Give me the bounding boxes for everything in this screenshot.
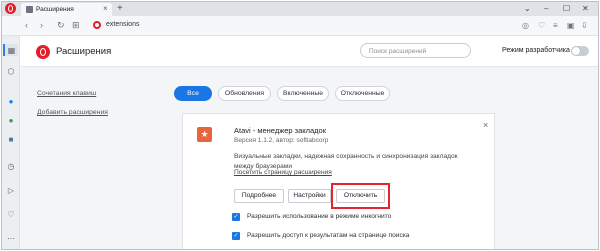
incognito-label: Разрешить использование в режиме инкогни… — [247, 213, 392, 220]
tab-menu-icon[interactable]: ⌄ — [524, 3, 531, 14]
filter-all[interactable]: Все — [174, 86, 212, 101]
browser-window: Расширения × + ⌄ – ☐ ✕ ‹ › ↻ ⊞ extension… — [1, 1, 599, 250]
search-access-checkbox[interactable]: ✓ — [232, 232, 240, 240]
new-tab-button[interactable]: + — [117, 2, 123, 15]
whatsapp-icon[interactable]: ● — [5, 114, 17, 126]
download-icon[interactable]: ⇩ — [581, 20, 588, 31]
flow-icon[interactable]: ▷ — [5, 184, 17, 196]
url-field[interactable]: extensions — [106, 21, 139, 28]
extension-card: ★ × Atavi - менеджер закладок Версия 1.1… — [182, 113, 495, 249]
toggle-knob — [572, 47, 580, 55]
search-box[interactable] — [360, 43, 471, 58]
back-icon[interactable]: ‹ — [25, 19, 28, 31]
page-title: Расширения — [56, 46, 112, 57]
vk-icon[interactable]: ■ — [5, 133, 17, 145]
dev-mode-label: Режим разработчика — [502, 47, 570, 54]
sidebar: ▦ ⬡ ● ● ■ ◷ ▷ ♡ ⋯ — [2, 36, 20, 249]
opera-menu-icon[interactable] — [5, 3, 16, 14]
add-extensions-link[interactable]: Добавить расширения — [37, 109, 108, 116]
filter-updates[interactable]: Обновления — [218, 86, 271, 101]
search-input[interactable] — [369, 46, 465, 56]
page-header: Расширения Режим разработчика — [20, 36, 598, 67]
speed-dial-icon[interactable]: ⊞ — [72, 19, 80, 31]
dev-mode-toggle[interactable] — [571, 46, 589, 56]
shortcuts-link[interactable]: Сочетания клавиш — [37, 90, 96, 97]
tab-extensions[interactable]: Расширения × — [21, 3, 112, 16]
bookmarks-icon[interactable]: ⬡ — [5, 65, 17, 77]
extension-version: Версия 1.1.2, автор: softlabcorp — [234, 137, 329, 144]
heart-sidebar-icon[interactable]: ♡ — [5, 208, 17, 220]
tab-close-icon[interactable]: × — [103, 4, 108, 13]
filter-disabled[interactable]: Отключенные — [335, 86, 390, 101]
camera-icon[interactable]: ◎ — [522, 20, 529, 31]
address-bar: ‹ › ↻ ⊞ extensions ◎ ♡ ≡ ▣ ⇩ — [2, 16, 598, 36]
details-button[interactable]: Подробнее — [234, 189, 284, 203]
opera-logo — [36, 45, 50, 59]
forward-icon[interactable]: › — [40, 19, 43, 31]
speed-dial-icon[interactable]: ▦ — [3, 44, 18, 56]
close-window-icon[interactable]: ✕ — [582, 3, 589, 14]
tab-title: Расширения — [36, 6, 74, 13]
search-access-label: Разрешить доступ к результатам на страни… — [247, 232, 410, 239]
extension-page-link[interactable]: Посетить страницу расширения — [234, 169, 332, 176]
filter-enabled[interactable]: Включенные — [277, 86, 329, 101]
opera-url-icon — [93, 21, 101, 29]
minimize-icon[interactable]: – — [544, 3, 548, 14]
tab-strip: Расширения × + ⌄ – ☐ ✕ — [2, 2, 598, 16]
settings-button[interactable]: Настройки — [288, 189, 331, 203]
disable-button[interactable]: Отключить — [336, 189, 385, 203]
incognito-checkbox[interactable]: ✓ — [232, 213, 240, 221]
extension-name: Atavi - менеджер закладок — [234, 126, 326, 135]
history-icon[interactable]: ◷ — [5, 160, 17, 172]
remove-extension-icon[interactable]: × — [483, 120, 488, 130]
atavi-star-icon: ★ — [197, 127, 212, 142]
messenger-icon[interactable]: ● — [5, 95, 17, 107]
maximize-icon[interactable]: ☐ — [563, 3, 570, 14]
menu-icon[interactable]: ≡ — [553, 20, 558, 31]
news-icon[interactable]: ▣ — [567, 20, 575, 31]
reload-icon[interactable]: ↻ — [57, 19, 65, 31]
heart-icon[interactable]: ♡ — [538, 20, 545, 31]
more-icon[interactable]: ⋯ — [5, 232, 17, 244]
puzzle-icon — [26, 6, 33, 13]
